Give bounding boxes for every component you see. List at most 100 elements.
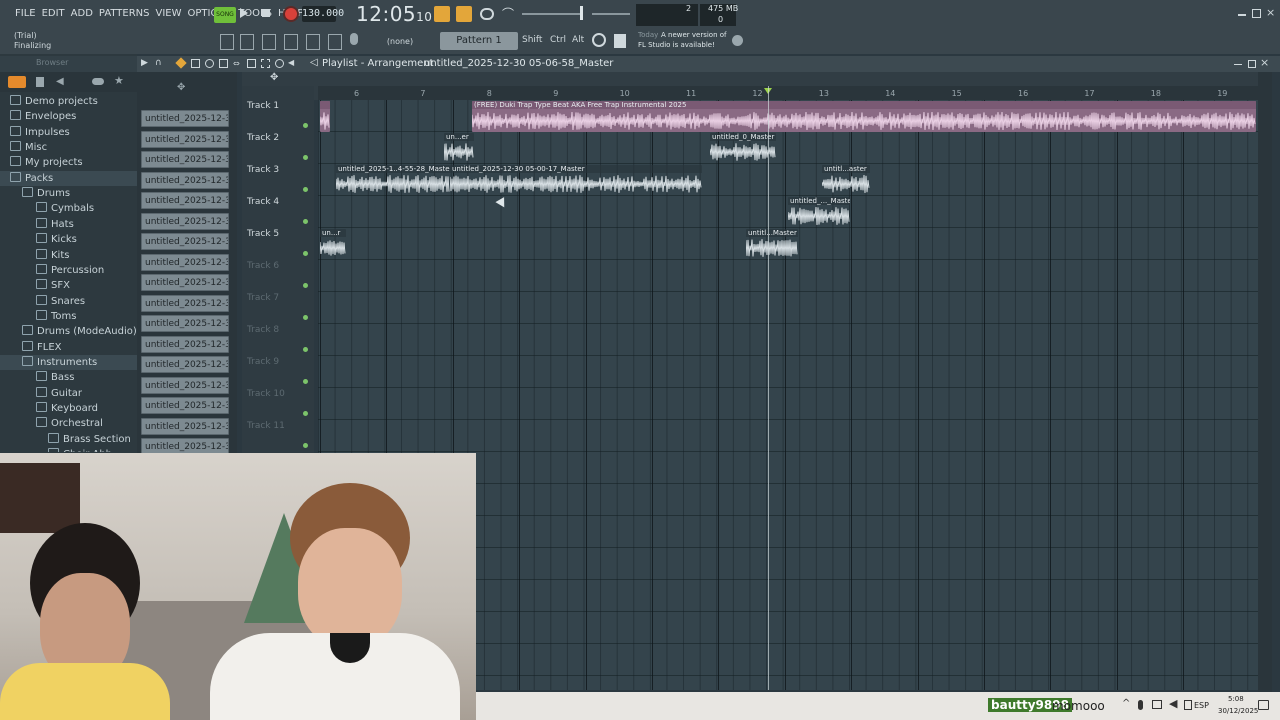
snap-icon-2[interactable] [240,34,254,50]
audio-clip[interactable]: untitled_2025-12-30 05-00-17_Master [450,165,702,195]
magnet-icon[interactable]: ∩ [155,58,162,68]
channel-button[interactable]: untitled_2025-12-30 04-... [141,376,229,394]
track-arrows-icon[interactable]: ✥ [270,72,278,83]
browser-item[interactable]: Hats [0,217,137,232]
news-icon[interactable] [614,34,626,48]
audio-clip[interactable]: untitl...Master [746,229,798,259]
browser-item[interactable]: Instruments [0,354,137,370]
browser-item[interactable]: Kicks [0,232,137,247]
mixer-icon[interactable] [306,34,320,50]
select-tool-icon[interactable] [261,59,270,68]
browser-item[interactable]: Choir Ahh [0,447,137,452]
news-text[interactable]: A newer version of [661,31,727,39]
browser-item[interactable]: SFX [0,278,137,293]
channel-button[interactable]: untitled_2025-12-30 04-... [141,294,229,312]
menu-patterns[interactable]: PATTERNS [96,0,153,28]
playlist-close-icon[interactable]: × [1260,56,1269,69]
audio-clip[interactable]: untitl...aster [822,165,870,195]
overview-ruler[interactable] [318,72,1258,86]
ctrl-button[interactable]: Ctrl [550,35,566,45]
channel-button[interactable]: untitled_2025-12-30 04-... [141,253,229,271]
browser-item[interactable]: Kits [0,248,137,263]
metronome-button[interactable] [434,6,450,22]
zoom-tool-icon[interactable] [275,59,284,68]
channel-button[interactable]: untitled_2025-12-30 04-... [141,315,229,332]
minimize-window-icon[interactable] [1238,14,1246,16]
track-label[interactable]: Track 6 [247,261,279,271]
browser-item[interactable]: Orchestral [0,416,137,431]
track-mute-led[interactable] [303,251,308,256]
playlist-icon[interactable] [328,34,342,50]
track-mute-led[interactable] [303,155,308,160]
track-label[interactable]: Track 8 [247,325,279,335]
master-pitch-slider[interactable] [592,13,630,15]
track-mute-led[interactable] [303,315,308,320]
song-mode-toggle[interactable]: SONG [214,7,236,23]
online-icon[interactable] [592,33,606,47]
track-mute-led[interactable] [303,411,308,416]
track-mute-led[interactable] [303,379,308,384]
playlist-arrow-icon[interactable]: ▶ [141,58,148,68]
step-edit-icon[interactable]: ⌒ [502,8,516,20]
master-volume-handle[interactable] [580,6,583,20]
slip-tool-icon[interactable]: ⇔ [233,59,240,68]
shift-button[interactable]: Shift [522,35,542,45]
maximize-window-icon[interactable] [1252,9,1261,18]
delete-tool-icon[interactable] [205,59,214,68]
alt-button[interactable]: Alt [572,35,584,45]
tray-mic-icon[interactable] [1138,700,1143,710]
track-mute-led[interactable] [303,443,308,448]
channel-button[interactable]: untitled_2025-12-30 04-... [141,192,229,209]
audio-clip[interactable] [320,101,330,132]
browser-options-button[interactable] [8,76,26,88]
channel-button[interactable]: untitled_2025-12-30 04-... [141,356,229,373]
browser-item[interactable]: Impulses [0,125,137,140]
browser-item[interactable]: Demo projects [0,94,137,109]
tray-language[interactable]: ESP [1194,701,1209,710]
browser-item[interactable]: Misc [0,140,137,155]
countdown-button[interactable] [456,6,472,22]
channel-button[interactable]: untitled_2025-12-30 04-... [141,417,229,435]
tray-volume-icon[interactable]: ◀ [1169,697,1177,710]
snap-select[interactable]: (none) [380,35,420,49]
tray-date[interactable]: 30/12/2025 [1218,707,1258,715]
draw-tool-icon[interactable] [175,57,187,69]
track-mute-led[interactable] [303,283,308,288]
browser-item[interactable]: Percussion [0,263,137,278]
channel-button[interactable]: untitled_2025-12-30 04-... [141,335,229,353]
track-label[interactable]: Track 9 [247,357,279,367]
microphone-icon[interactable] [350,33,358,45]
audio-clip[interactable]: (FREE) Duki Trap Type Beat AKA Free Trap… [472,101,1256,132]
track-mute-led[interactable] [303,347,308,352]
browser-item[interactable]: FLEX [0,340,137,355]
play-button[interactable] [240,8,248,18]
playback-tool-icon[interactable]: ◀ [288,58,294,67]
browser-item[interactable]: Snares [0,294,137,309]
loop-record-icon[interactable] [480,8,494,20]
stop-button[interactable] [262,9,270,17]
playhead[interactable] [768,86,769,690]
browser-item[interactable]: My projects [0,155,137,170]
browser-item[interactable]: Cymbals [0,201,137,216]
audio-clip[interactable]: un...er [444,133,474,163]
vertical-scrollbar[interactable] [1258,72,1272,692]
browser-item[interactable]: Bass [0,370,137,385]
channel-list-arrows-icon[interactable]: ✥ [177,82,185,93]
browser-back-icon[interactable]: ◀ [56,76,64,87]
globe-icon[interactable] [732,35,743,46]
tempo-display[interactable]: 130.000 [302,6,344,22]
audio-clip[interactable]: un...r [320,229,346,259]
slice-tool-icon[interactable] [247,59,256,68]
audio-clip[interactable]: untitled_0_Master [710,133,776,163]
notifications-icon[interactable] [1258,700,1269,710]
tray-battery-icon[interactable] [1184,700,1192,710]
track-label[interactable]: Track 2 [247,133,279,143]
track-label[interactable]: Track 11 [247,421,285,431]
menu-edit[interactable]: EDIT [39,0,68,28]
track-label[interactable]: Track 3 [247,165,279,175]
track-mute-led[interactable] [303,123,308,128]
browser-item[interactable]: Drums (ModeAudio) [0,324,137,339]
tray-chevron-icon[interactable]: ^ [1122,698,1130,709]
channel-button[interactable]: untitled_2025-12-30 04-... [141,171,229,189]
browser-star-icon[interactable]: ★ [114,74,124,87]
